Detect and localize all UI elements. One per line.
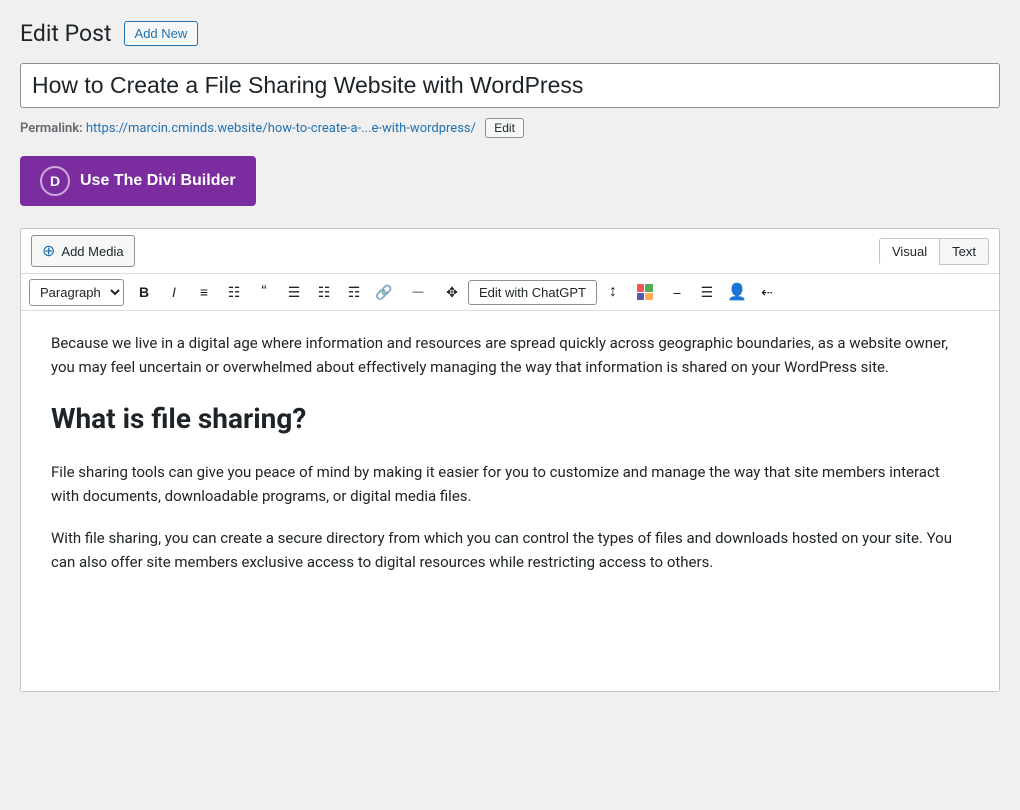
blockquote-icon: “: [261, 283, 266, 301]
horizontal-rule-button[interactable]: ⎯: [663, 278, 691, 306]
bold-button[interactable]: B: [130, 278, 158, 306]
horizontal-rule-icon: ⎯: [673, 284, 680, 301]
user-button[interactable]: 👤: [723, 278, 751, 306]
align-right-button[interactable]: ☶: [340, 278, 368, 306]
align-center-button[interactable]: ☷: [310, 278, 338, 306]
content-heading-1: What is file sharing?: [51, 397, 969, 442]
tab-visual[interactable]: Visual: [879, 238, 940, 265]
ordered-list-icon: ☷: [228, 284, 241, 301]
italic-button[interactable]: I: [160, 278, 188, 306]
permalink-url[interactable]: https://marcin.cminds.website/how-to-cre…: [86, 121, 476, 136]
upload-icon: ↕: [609, 283, 617, 301]
chatgpt-edit-button[interactable]: Edit with ChatGPT: [468, 280, 597, 305]
ordered-list-button[interactable]: ☷: [220, 278, 248, 306]
divi-builder-button[interactable]: D Use The Divi Builder: [20, 156, 256, 206]
permalink-row: Permalink: https://marcin.cminds.website…: [20, 118, 1000, 138]
unordered-list-icon: ≡: [200, 284, 208, 300]
blockquote-button[interactable]: “: [250, 278, 278, 306]
formatting-toolbar: Paragraph B I ≡ ☷ “ ☰: [21, 274, 999, 311]
color-grid-button[interactable]: [629, 278, 661, 306]
editor-container: ⊕ Add Media Visual Text Paragraph B I: [20, 228, 1000, 692]
permalink-label: Permalink:: [20, 121, 83, 136]
align-left-icon: ☰: [288, 284, 301, 301]
user-icon: 👤: [727, 282, 747, 302]
align-right-icon: ☶: [348, 284, 361, 301]
paragraph-select[interactable]: Paragraph: [29, 279, 124, 306]
media-icon: ⊕: [42, 241, 55, 261]
divi-builder-label: Use The Divi Builder: [80, 172, 236, 190]
link-icon: 🔗: [375, 284, 392, 301]
tab-text[interactable]: Text: [939, 238, 989, 265]
align-justify-icon: ☰: [701, 284, 714, 301]
add-new-button[interactable]: Add New: [124, 21, 199, 46]
content-paragraph-3: With file sharing, you can create a secu…: [51, 526, 969, 574]
color-grid-icon: [637, 284, 653, 300]
align-justify-button[interactable]: ☰: [693, 278, 721, 306]
upload-icon-button[interactable]: ↕: [599, 278, 627, 306]
add-media-button[interactable]: ⊕ Add Media: [31, 235, 135, 267]
italic-icon: I: [172, 284, 176, 300]
bold-icon: B: [139, 284, 149, 300]
post-title-input[interactable]: [20, 63, 1000, 108]
link-button[interactable]: 🔗: [370, 278, 398, 306]
table-icon: ✥: [446, 284, 458, 301]
more-tag-button[interactable]: —: [400, 278, 436, 306]
view-tabs: Visual Text: [879, 238, 989, 265]
add-media-label: Add Media: [61, 244, 123, 259]
permalink-edit-button[interactable]: Edit: [485, 118, 524, 138]
fullscreen-button[interactable]: ⇠: [753, 278, 781, 306]
content-paragraph-2: File sharing tools can give you peace of…: [51, 460, 969, 508]
divi-circle-icon: D: [40, 166, 70, 196]
align-left-button[interactable]: ☰: [280, 278, 308, 306]
more-tag-icon: —: [413, 286, 424, 298]
page-title: Edit Post: [20, 20, 112, 47]
table-button[interactable]: ✥: [438, 278, 466, 306]
editor-toolbar-top: ⊕ Add Media Visual Text: [21, 229, 999, 274]
unordered-list-button[interactable]: ≡: [190, 278, 218, 306]
content-paragraph-1: Because we live in a digital age where i…: [51, 331, 969, 379]
editor-content[interactable]: Because we live in a digital age where i…: [21, 311, 999, 691]
fullscreen-icon: ⇠: [761, 284, 773, 301]
align-center-icon: ☷: [318, 284, 331, 301]
